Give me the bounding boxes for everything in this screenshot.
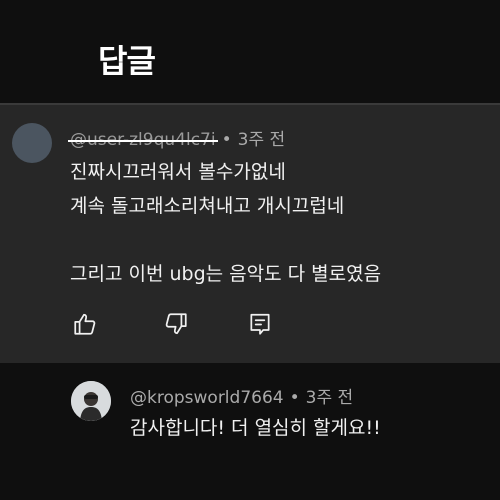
avatar[interactable] [71,381,111,421]
page-title: 답글 [98,42,156,80]
user-photo-icon [71,381,111,421]
comment-timestamp: 3주 전 [237,130,286,150]
comment-line [70,223,381,257]
comment-timestamp: 3주 전 [305,388,354,408]
comment-line: 계속 돌고래소리쳐내고 개시끄럽네 [70,195,345,217]
avatar[interactable] [12,123,52,163]
replies-header: 답글 [0,0,500,103]
comment-meta: @kropsworld7664 • 3주 전 [130,383,353,408]
thumb-down-icon[interactable] [163,311,189,337]
comment-meta: @user-zl9qu4lc7i • 3주 전 [70,125,285,150]
comment-author[interactable]: @kropsworld7664 [130,388,284,408]
meta-separator: • [289,388,300,408]
comment-author[interactable]: @user-zl9qu4lc7i [70,130,216,150]
comment-line: 그리고 이번 ubg는 음악도 다 별로였음 [70,263,382,285]
highlighted-parent-comment: @user-zl9qu4lc7i • 3주 전 진짜시끄러워서 볼수가없네 계속 돌… [0,105,500,363]
comment-line: 진짜시끄러워서 볼수가없네 [70,161,286,183]
comment-text: 진짜시끄러워서 볼수가없네 계속 돌고래소리쳐내고 개시끄럽네 그리고 이번 u… [70,155,381,291]
reply-comment: @kropsworld7664 • 3주 전 감사합니다! 더 열심히 할게요!! [0,363,500,500]
meta-separator: • [221,130,232,150]
reply-text: 감사합니다! 더 열심히 할게요!! [130,417,381,439]
thumb-up-icon[interactable] [72,311,98,337]
reply-icon[interactable] [247,311,273,337]
